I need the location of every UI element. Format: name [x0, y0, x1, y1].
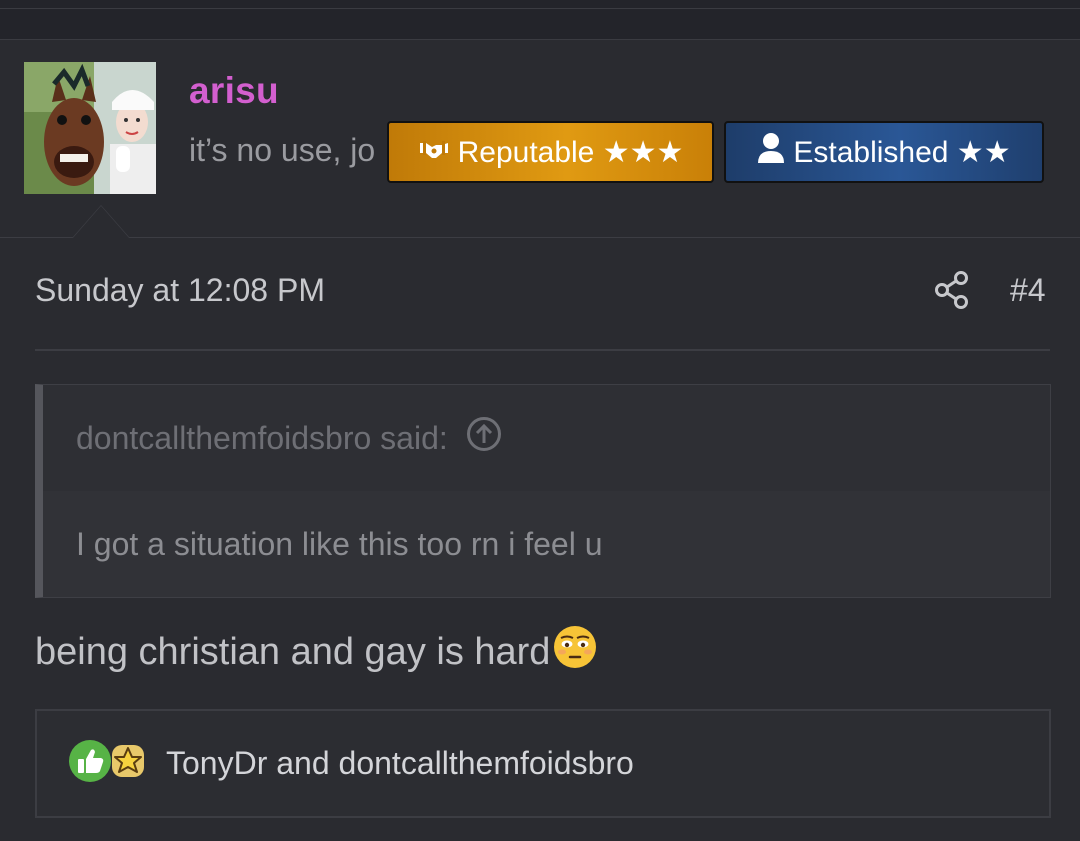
reactions-bar[interactable]: TonyDr and dontcallthemfoidsbro — [35, 709, 1051, 818]
badge-established: Established ★★ — [724, 121, 1044, 183]
avatar-pointer — [72, 205, 130, 238]
post-user-header: arisu it’s no use, jo Reputable ★★★ Esta… — [0, 40, 1080, 238]
quote-attribution[interactable]: dontcallthemfoidsbro said: — [43, 385, 1050, 491]
avatar-image — [24, 62, 156, 194]
username[interactable]: arisu — [189, 70, 279, 112]
user-title: it’s no use, jo — [189, 132, 376, 168]
quote-text: I got a situation like this too rn i fee… — [43, 491, 1050, 597]
message-text: being christian and gay is hard — [35, 630, 551, 673]
like-icon — [68, 739, 112, 788]
avatar[interactable] — [24, 62, 156, 194]
badge-reputable-label: Reputable ★★★ — [457, 135, 684, 169]
handshake-icon — [418, 135, 450, 169]
reaction-icons — [68, 739, 148, 788]
user-icon — [757, 132, 785, 172]
top-strip — [0, 0, 1080, 40]
forum-post: arisu it’s no use, jo Reputable ★★★ Esta… — [0, 0, 1080, 841]
quote-block: dontcallthemfoidsbro said: I got a situa… — [35, 384, 1051, 598]
reaction-users[interactable]: TonyDr and dontcallthemfoidsbro — [166, 745, 634, 782]
share-icon[interactable] — [934, 270, 970, 310]
badge-reputable: Reputable ★★★ — [387, 121, 714, 183]
badge-established-label: Established ★★ — [793, 135, 1011, 169]
divider — [0, 8, 1080, 9]
post-message: being christian and gay is hard — [35, 624, 598, 680]
flushed-face-emoji — [552, 624, 598, 680]
divider — [35, 349, 1050, 351]
star-icon — [108, 741, 148, 786]
quote-author: dontcallthemfoidsbro said: — [76, 419, 448, 456]
arrow-up-circle-icon[interactable] — [466, 416, 502, 460]
post-number[interactable]: #4 — [1010, 272, 1046, 309]
post-date[interactable]: Sunday at 12:08 PM — [35, 272, 325, 309]
